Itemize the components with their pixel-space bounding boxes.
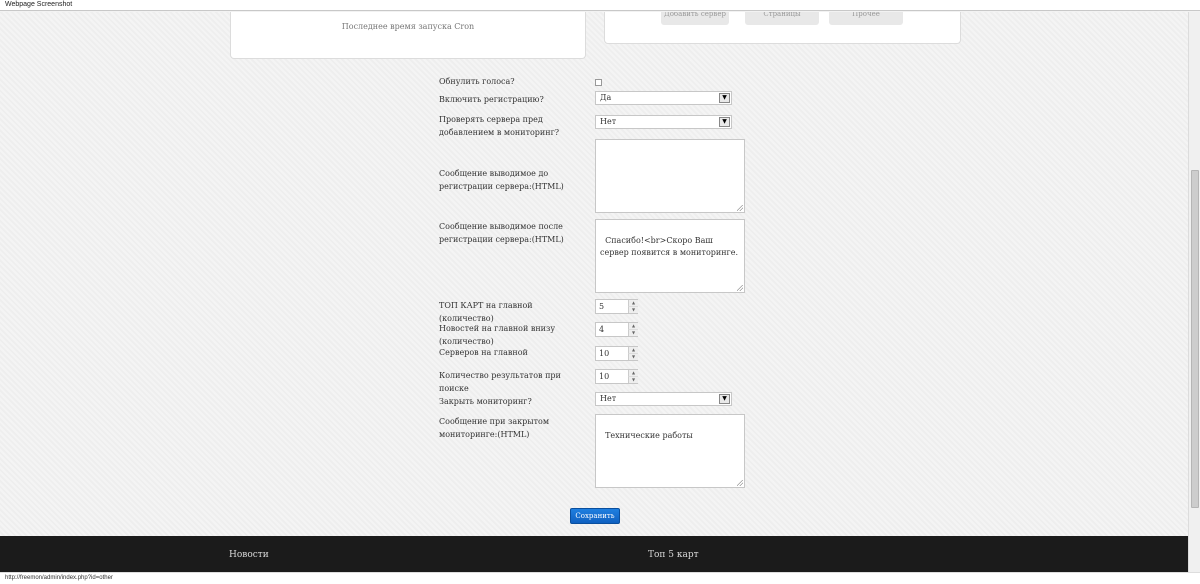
news-main-value: 4 [599, 325, 605, 334]
quick-actions-panel: Добавить сервер Страницы Прочее [604, 12, 961, 44]
closed-msg-label: Сообщение при закрытом мониторинге:(HTML… [439, 417, 550, 439]
close-monitoring-select[interactable]: Нет ▼ [595, 392, 732, 406]
msg-before-reg-label: Сообщение выводимое до регистрации серве… [439, 169, 564, 191]
msg-before-reg-textarea[interactable] [595, 139, 745, 213]
arrow-down-icon[interactable]: ▼ [628, 353, 638, 360]
chevron-down-icon: ▼ [719, 93, 730, 103]
close-monitoring-label: Закрыть мониторинг? [439, 397, 532, 406]
reset-votes-checkbox[interactable] [595, 79, 602, 86]
servers-main-stepper[interactable]: 10 ▲ ▼ [595, 346, 638, 361]
chevron-down-icon: ▼ [719, 394, 730, 404]
resize-grip-icon[interactable] [737, 480, 743, 486]
other-button[interactable]: Прочее [829, 12, 903, 25]
enable-registration-value: Да [600, 93, 612, 102]
top-maps-value: 5 [599, 302, 605, 311]
arrow-down-icon[interactable]: ▼ [628, 306, 638, 313]
check-servers-value: Нет [600, 117, 617, 126]
window-title: Webpage Screenshot [0, 0, 1200, 11]
check-servers-label: Проверять сервера пред добавлением в мон… [439, 115, 560, 137]
status-bar-url: http://freemon/admin/index.php?id=other [0, 572, 1200, 584]
msg-after-reg-textarea[interactable]: Спасибо!<br>Скоро Ваш сервер появится в … [595, 219, 745, 293]
footer-news-link[interactable]: Новости [229, 550, 269, 560]
search-results-label: Количество результатов при поиске [439, 371, 561, 393]
arrow-down-icon[interactable]: ▼ [628, 376, 638, 383]
footer-top5-link[interactable]: Топ 5 карт [648, 550, 699, 560]
cron-panel: Последнее время запуска Cron [230, 12, 586, 59]
enable-registration-select[interactable]: Да ▼ [595, 91, 732, 105]
resize-grip-icon[interactable] [737, 205, 743, 211]
add-server-button[interactable]: Добавить сервер [661, 12, 729, 25]
closed-msg-value: Технические работы [605, 431, 693, 440]
search-results-stepper[interactable]: 10 ▲ ▼ [595, 369, 638, 384]
save-button[interactable]: Сохранить [570, 508, 620, 524]
top-maps-stepper[interactable]: 5 ▲ ▼ [595, 299, 638, 314]
search-results-value: 10 [599, 372, 610, 381]
check-servers-select[interactable]: Нет ▼ [595, 115, 732, 129]
vertical-scrollbar[interactable] [1188, 12, 1200, 572]
footer: Новости Топ 5 карт [0, 536, 1188, 572]
servers-main-label: Серверов на главной [439, 348, 528, 357]
arrow-down-icon[interactable]: ▼ [628, 329, 638, 336]
msg-after-reg-label: Сообщение выводимое после регистрации се… [439, 222, 564, 244]
close-monitoring-value: Нет [600, 394, 617, 403]
pages-button[interactable]: Страницы [745, 12, 819, 25]
scrollbar-thumb[interactable] [1191, 170, 1199, 508]
news-main-label: Новостей на главной внизу (количество) [439, 324, 556, 346]
enable-registration-label: Включить регистрацию? [439, 95, 544, 104]
cron-last-run-label: Последнее время запуска Cron [341, 22, 475, 31]
news-main-stepper[interactable]: 4 ▲ ▼ [595, 322, 638, 337]
closed-msg-textarea[interactable]: Технические работы [595, 414, 745, 488]
resize-grip-icon[interactable] [737, 285, 743, 291]
servers-main-value: 10 [599, 349, 610, 358]
chevron-down-icon: ▼ [719, 117, 730, 127]
reset-votes-label: Обнулить голоса? [439, 77, 515, 86]
page-content: Последнее время запуска Cron Добавить се… [0, 12, 1188, 536]
msg-after-reg-value: Спасибо!<br>Скоро Ваш сервер появится в … [600, 236, 739, 257]
